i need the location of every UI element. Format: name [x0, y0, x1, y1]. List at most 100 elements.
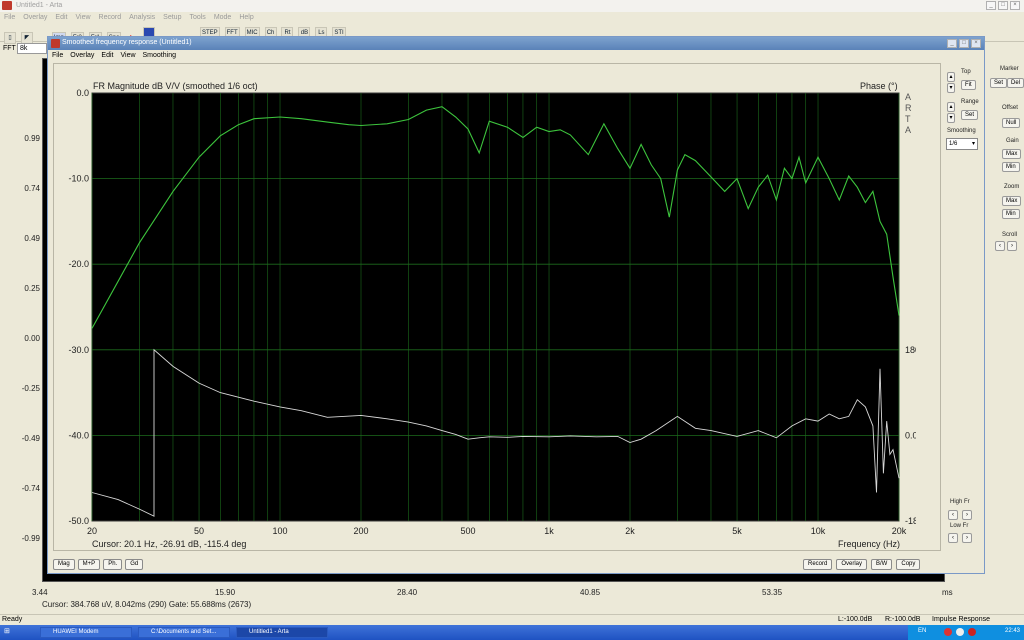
menu-record[interactable]: Record: [99, 14, 122, 21]
x-tick-label: 20: [87, 526, 97, 536]
zoom-label: Zoom: [1004, 184, 1020, 190]
frequency-response-chart[interactable]: 0.0 -10.0 -20.0 -30.0 -40.0 -50.0 180.0 0.0 -180…: [46, 57, 916, 539]
y-tick-label: 0.0: [76, 88, 89, 98]
phase-button[interactable]: Ph.: [103, 559, 123, 570]
menu-analysis[interactable]: Analysis: [129, 14, 155, 21]
child-minimize-icon[interactable]: _: [947, 39, 957, 48]
main-y-tick-label: -0.49: [21, 434, 40, 443]
record-button[interactable]: Record: [803, 559, 833, 570]
main-window-controls: _ □ ×: [986, 1, 1020, 10]
view-mode-buttons: Mag M+P Ph. Gd: [53, 559, 144, 570]
main-x-tick-label: 3.44: [32, 588, 48, 597]
gain-min-button[interactable]: Min: [1002, 162, 1020, 172]
app-title: Untitled1 - Arta: [16, 2, 63, 9]
marker-set-button[interactable]: Set: [990, 78, 1008, 88]
menu-setup[interactable]: Setup: [163, 14, 181, 21]
overlay-button[interactable]: Overlay: [836, 559, 868, 570]
menu-mode[interactable]: Mode: [214, 14, 232, 21]
child-close-icon[interactable]: ×: [971, 39, 981, 48]
x-tick-label: 200: [353, 526, 368, 536]
main-y-tick-label: -0.99: [21, 534, 40, 543]
high-fr-right-icon[interactable]: ›: [962, 510, 972, 520]
language-indicator[interactable]: EN: [918, 628, 926, 634]
main-x-tick-label: 28.40: [397, 588, 418, 597]
main-y-tick-label: -0.74: [21, 484, 40, 493]
scroll-left-icon[interactable]: ‹: [995, 241, 1005, 251]
start-icon[interactable]: ⊞: [4, 627, 26, 638]
tray-network-icon[interactable]: [968, 628, 976, 636]
maximize-icon[interactable]: □: [998, 1, 1008, 10]
x-tick-label: 50: [194, 526, 204, 536]
x-tick-label: 100: [273, 526, 288, 536]
main-x-unit: ms: [942, 588, 953, 597]
x-tick-label: 500: [461, 526, 476, 536]
scroll-label: Scroll: [1002, 232, 1018, 238]
action-buttons: Record Overlay B/W Copy: [803, 559, 921, 570]
left-level: L:-100.0dB: [838, 616, 873, 623]
smoothing-select[interactable]: 1/6 ▾: [946, 138, 978, 150]
top-down-icon[interactable]: ▾: [947, 83, 955, 93]
y2-tick-label: 0.0: [905, 430, 916, 440]
low-fr-right-icon[interactable]: ›: [962, 533, 972, 543]
plot-background: [91, 92, 900, 522]
x-tick-label: 10k: [811, 526, 826, 536]
status-bar: Ready L:-100.0dB R:-100.0dB Impulse Resp…: [0, 614, 1024, 625]
gain-label: Gain: [1006, 138, 1019, 144]
zoom-max-button[interactable]: Max: [1002, 196, 1022, 206]
low-fr-left-icon[interactable]: ‹: [948, 533, 958, 543]
fit-button[interactable]: Fit: [961, 80, 976, 90]
group-delay-button[interactable]: Gd: [125, 559, 144, 570]
range-up-icon[interactable]: ▴: [947, 102, 955, 112]
high-fr-left-icon[interactable]: ‹: [948, 510, 958, 520]
menu-view[interactable]: View: [75, 14, 90, 21]
menu-edit[interactable]: Edit: [55, 14, 67, 21]
tray-volume-icon[interactable]: [956, 628, 964, 636]
range-down-icon[interactable]: ▾: [947, 113, 955, 123]
copy-button[interactable]: Copy: [896, 559, 921, 570]
menu-tools[interactable]: Tools: [189, 14, 205, 21]
fft-size-select[interactable]: 8k: [17, 43, 47, 54]
minimize-icon[interactable]: _: [986, 1, 996, 10]
main-x-tick-label: 15.90: [215, 588, 236, 597]
main-y-tick-label: 0.25: [24, 284, 40, 293]
main-cursor-readout: Cursor: 384.768 uV, 8.042ms (290) Gate: …: [42, 600, 252, 609]
offset-label: Offset: [1002, 105, 1018, 111]
right-level: R:-100.0dB: [885, 616, 921, 623]
y-tick-label: -20.0: [68, 259, 89, 269]
child-window-controls: _ □ ×: [947, 39, 981, 48]
main-y-tick-label: -0.25: [21, 384, 40, 393]
menu-file[interactable]: File: [4, 14, 15, 21]
menu-help[interactable]: Help: [239, 14, 253, 21]
scroll-right-icon[interactable]: ›: [1007, 241, 1017, 251]
marker-label: Marker: [1000, 66, 1019, 72]
cursor-readout: Cursor: 20.1 Hz, -26.91 dB, -115.4 deg: [92, 539, 247, 549]
top-up-icon[interactable]: ▴: [947, 72, 955, 82]
watermark-letter: A: [905, 125, 911, 135]
child-app-icon: [51, 39, 60, 48]
main-x-tick-label: 53.35: [762, 588, 783, 597]
menu-overlay[interactable]: Overlay: [23, 14, 47, 21]
smoothing-value: 1/6: [949, 141, 958, 147]
child-title-bar: Smoothed frequency response (Untitled1) …: [48, 37, 984, 50]
gain-max-button[interactable]: Max: [1002, 149, 1022, 159]
mag-phase-button[interactable]: M+P: [77, 559, 101, 570]
task-huawei-modem[interactable]: HUAWEI Modem: [40, 627, 132, 638]
mag-button[interactable]: Mag: [53, 559, 75, 570]
range-set-button[interactable]: Set: [961, 110, 979, 120]
y-tick-label: -30.0: [68, 345, 89, 355]
main-control-panel: Marker Set Del Offset Null Gain Max Min …: [990, 60, 1024, 260]
task-arta[interactable]: Untitled1 - Arta: [236, 627, 328, 638]
task-explorer[interactable]: C:\Documents and Set...: [138, 627, 230, 638]
clock: 22:43: [1004, 628, 1020, 634]
zoom-min-button[interactable]: Min: [1002, 209, 1020, 219]
bw-button[interactable]: B/W: [871, 559, 893, 570]
top-label: Top: [961, 69, 971, 75]
main-x-tick-label: 40.85: [580, 588, 601, 597]
offset-null-button[interactable]: Null: [1002, 118, 1021, 128]
y2-tick-label: 180.0: [905, 345, 916, 355]
marker-del-button[interactable]: Del: [1007, 78, 1024, 88]
child-restore-icon[interactable]: □: [959, 39, 969, 48]
tray-app-icon[interactable]: [944, 628, 952, 636]
close-icon[interactable]: ×: [1010, 1, 1020, 10]
watermark-letter: R: [905, 103, 912, 113]
